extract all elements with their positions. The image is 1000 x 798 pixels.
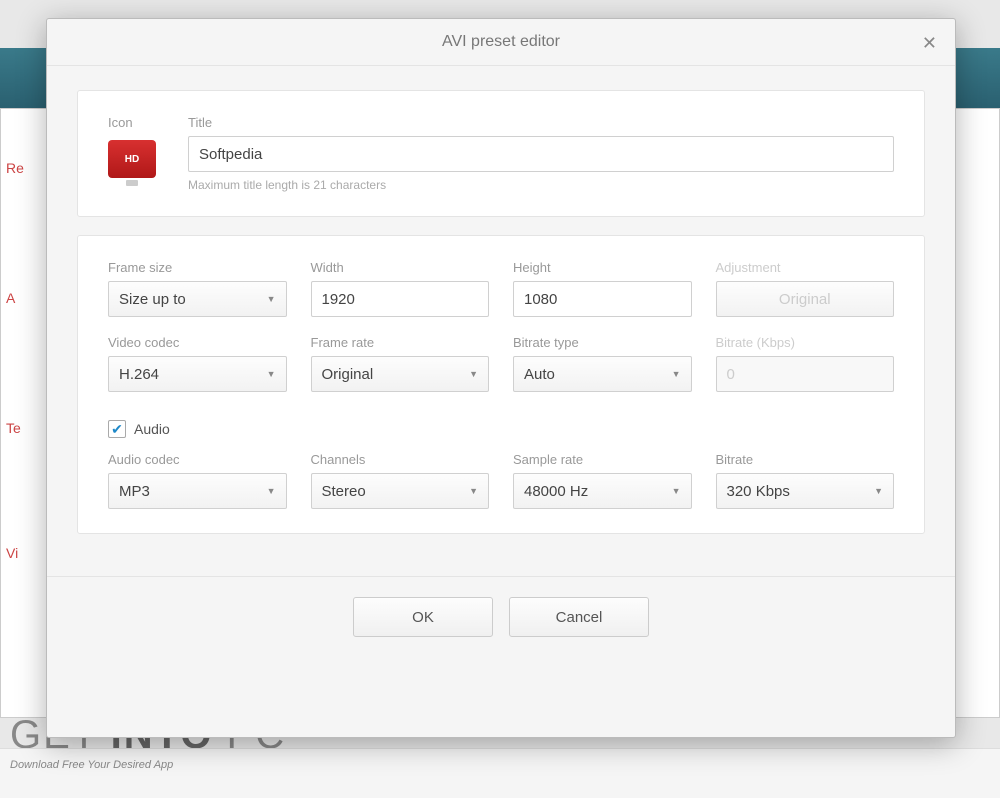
dialog-title: AVI preset editor ✕ xyxy=(47,19,955,66)
close-icon[interactable]: ✕ xyxy=(922,33,937,54)
title-hint: Maximum title length is 21 characters xyxy=(188,178,894,192)
audio-checkbox-label: Audio xyxy=(134,421,170,437)
bg-text: Te xyxy=(6,420,21,436)
bg-text: A xyxy=(6,290,15,306)
adjustment-button: Original xyxy=(716,281,895,317)
bitratetype-select[interactable]: Auto▼ xyxy=(513,356,692,392)
width-input[interactable] xyxy=(311,281,490,317)
bg-text: Re xyxy=(6,160,24,176)
framesize-label: Frame size xyxy=(108,260,287,275)
chevron-down-icon: ▼ xyxy=(267,486,276,496)
framerate-label: Frame rate xyxy=(311,335,490,350)
chevron-down-icon: ▼ xyxy=(469,369,478,379)
chevron-down-icon: ▼ xyxy=(267,369,276,379)
videocodec-label: Video codec xyxy=(108,335,287,350)
adjustment-label: Adjustment xyxy=(716,260,895,275)
bg-text: Vi xyxy=(6,545,18,561)
cancel-button[interactable]: Cancel xyxy=(509,597,649,637)
audiobitrate-label: Bitrate xyxy=(716,452,895,467)
channels-select[interactable]: Stereo▼ xyxy=(311,473,490,509)
videocodec-select[interactable]: H.264▼ xyxy=(108,356,287,392)
framesize-select[interactable]: Size up to▼ xyxy=(108,281,287,317)
bitratetype-label: Bitrate type xyxy=(513,335,692,350)
icon-label: Icon xyxy=(108,115,168,130)
samplerate-label: Sample rate xyxy=(513,452,692,467)
audiocodec-label: Audio codec xyxy=(108,452,287,467)
channels-label: Channels xyxy=(311,452,490,467)
bitrate-label: Bitrate (Kbps) xyxy=(716,335,895,350)
height-input[interactable] xyxy=(513,281,692,317)
tagline: Download Free Your Desired App xyxy=(10,759,173,771)
audiocodec-select[interactable]: MP3▼ xyxy=(108,473,287,509)
chevron-down-icon: ▼ xyxy=(267,294,276,304)
preset-icon[interactable]: HD xyxy=(108,140,156,178)
samplerate-select[interactable]: 48000 Hz▼ xyxy=(513,473,692,509)
bitrate-input xyxy=(716,356,895,392)
framerate-select[interactable]: Original▼ xyxy=(311,356,490,392)
chevron-down-icon: ▼ xyxy=(874,486,883,496)
ok-button[interactable]: OK xyxy=(353,597,493,637)
title-input[interactable] xyxy=(188,136,894,172)
preset-editor-dialog: AVI preset editor ✕ Icon HD Title Maximu… xyxy=(46,18,956,738)
chevron-down-icon: ▼ xyxy=(672,486,681,496)
chevron-down-icon: ▼ xyxy=(672,369,681,379)
chevron-down-icon: ▼ xyxy=(469,486,478,496)
width-label: Width xyxy=(311,260,490,275)
audio-checkbox[interactable]: ✔ xyxy=(108,420,126,438)
audiobitrate-select[interactable]: 320 Kbps▼ xyxy=(716,473,895,509)
title-label: Title xyxy=(188,115,894,130)
height-label: Height xyxy=(513,260,692,275)
